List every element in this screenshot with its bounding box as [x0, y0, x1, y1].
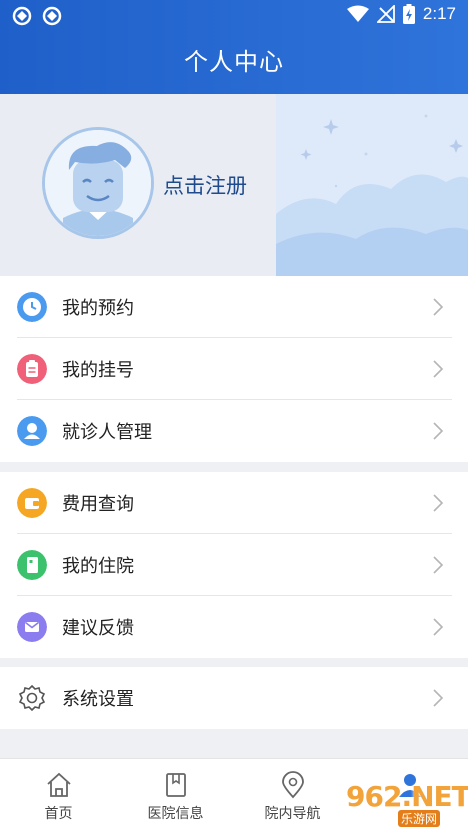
chevron-right-icon — [433, 494, 444, 512]
clipboard-icon — [17, 354, 47, 384]
chevron-right-icon — [433, 618, 444, 636]
cloud-decoration — [276, 94, 468, 276]
wifi-icon — [346, 5, 369, 22]
chevron-right-icon — [433, 689, 444, 707]
menu-group-settings: 系统设置 — [0, 667, 468, 729]
person-icon — [17, 416, 47, 446]
clock-icon — [17, 292, 47, 322]
tab-home[interactable]: 首页 — [0, 759, 117, 832]
menu-item-label: 就诊人管理 — [62, 422, 152, 443]
mail-icon — [17, 612, 47, 642]
watermark-sub: 乐游网 — [398, 810, 441, 827]
chevron-right-icon — [433, 360, 444, 378]
hospital-icon — [17, 550, 47, 580]
menu-item-appointments[interactable]: 我的预约 — [0, 276, 468, 338]
menu-item-label: 费用查询 — [62, 494, 134, 515]
menu-item-label: 我的住院 — [62, 556, 134, 577]
menu-item-label: 建议反馈 — [62, 618, 134, 639]
location-icon — [281, 771, 304, 799]
menu-item-label: 我的挂号 — [62, 360, 134, 381]
menu-item-fee-inquiry[interactable]: 费用查询 — [0, 472, 468, 534]
register-link[interactable]: 点击注册 — [163, 170, 247, 200]
menu-item-patient-management[interactable]: 就诊人管理 — [0, 400, 468, 462]
sync-icon — [12, 6, 32, 26]
status-time: 2:17 — [422, 4, 456, 23]
chevron-right-icon — [433, 422, 444, 440]
chevron-right-icon — [433, 556, 444, 574]
menu-item-hospitalization[interactable]: 我的住院 — [0, 534, 468, 596]
menu-item-feedback[interactable]: 建议反馈 — [0, 596, 468, 658]
page-title: 个人中心 — [184, 48, 284, 76]
menu-item-system-settings[interactable]: 系统设置 — [0, 667, 468, 729]
book-icon — [165, 773, 186, 797]
status-bar: 2:17 — [0, 0, 468, 34]
tab-label: 首页 — [44, 806, 73, 822]
menu-item-registrations[interactable]: 我的挂号 — [0, 338, 468, 400]
menu-item-label: 系统设置 — [62, 689, 134, 710]
app-header: 2:17 个人中心 — [0, 0, 468, 94]
battery-charging-icon — [402, 4, 415, 24]
gear-icon — [18, 684, 46, 712]
sync-icon — [42, 6, 62, 26]
chevron-right-icon — [433, 298, 444, 316]
watermark-text: 962.NET — [346, 780, 468, 813]
menu-group-services: 我的预约 我的挂号 就诊人管理 — [0, 276, 468, 462]
menu-item-label: 我的预约 — [62, 298, 134, 319]
avatar[interactable] — [42, 127, 154, 239]
watermark-logo: 962.NET 乐游网 — [338, 780, 468, 827]
home-icon — [46, 772, 71, 797]
tab-navigation[interactable]: 院内导航 — [234, 759, 351, 832]
tab-label: 医院信息 — [147, 806, 204, 822]
menu-group-records: 费用查询 我的住院 建议反馈 — [0, 472, 468, 658]
no-signal-icon — [376, 5, 395, 23]
tab-hospital-info[interactable]: 医院信息 — [117, 759, 234, 832]
wallet-icon — [17, 488, 47, 518]
avatar-face-icon — [45, 130, 151, 236]
profile-banner: 点击注册 — [0, 94, 468, 276]
tab-label: 院内导航 — [264, 806, 321, 822]
